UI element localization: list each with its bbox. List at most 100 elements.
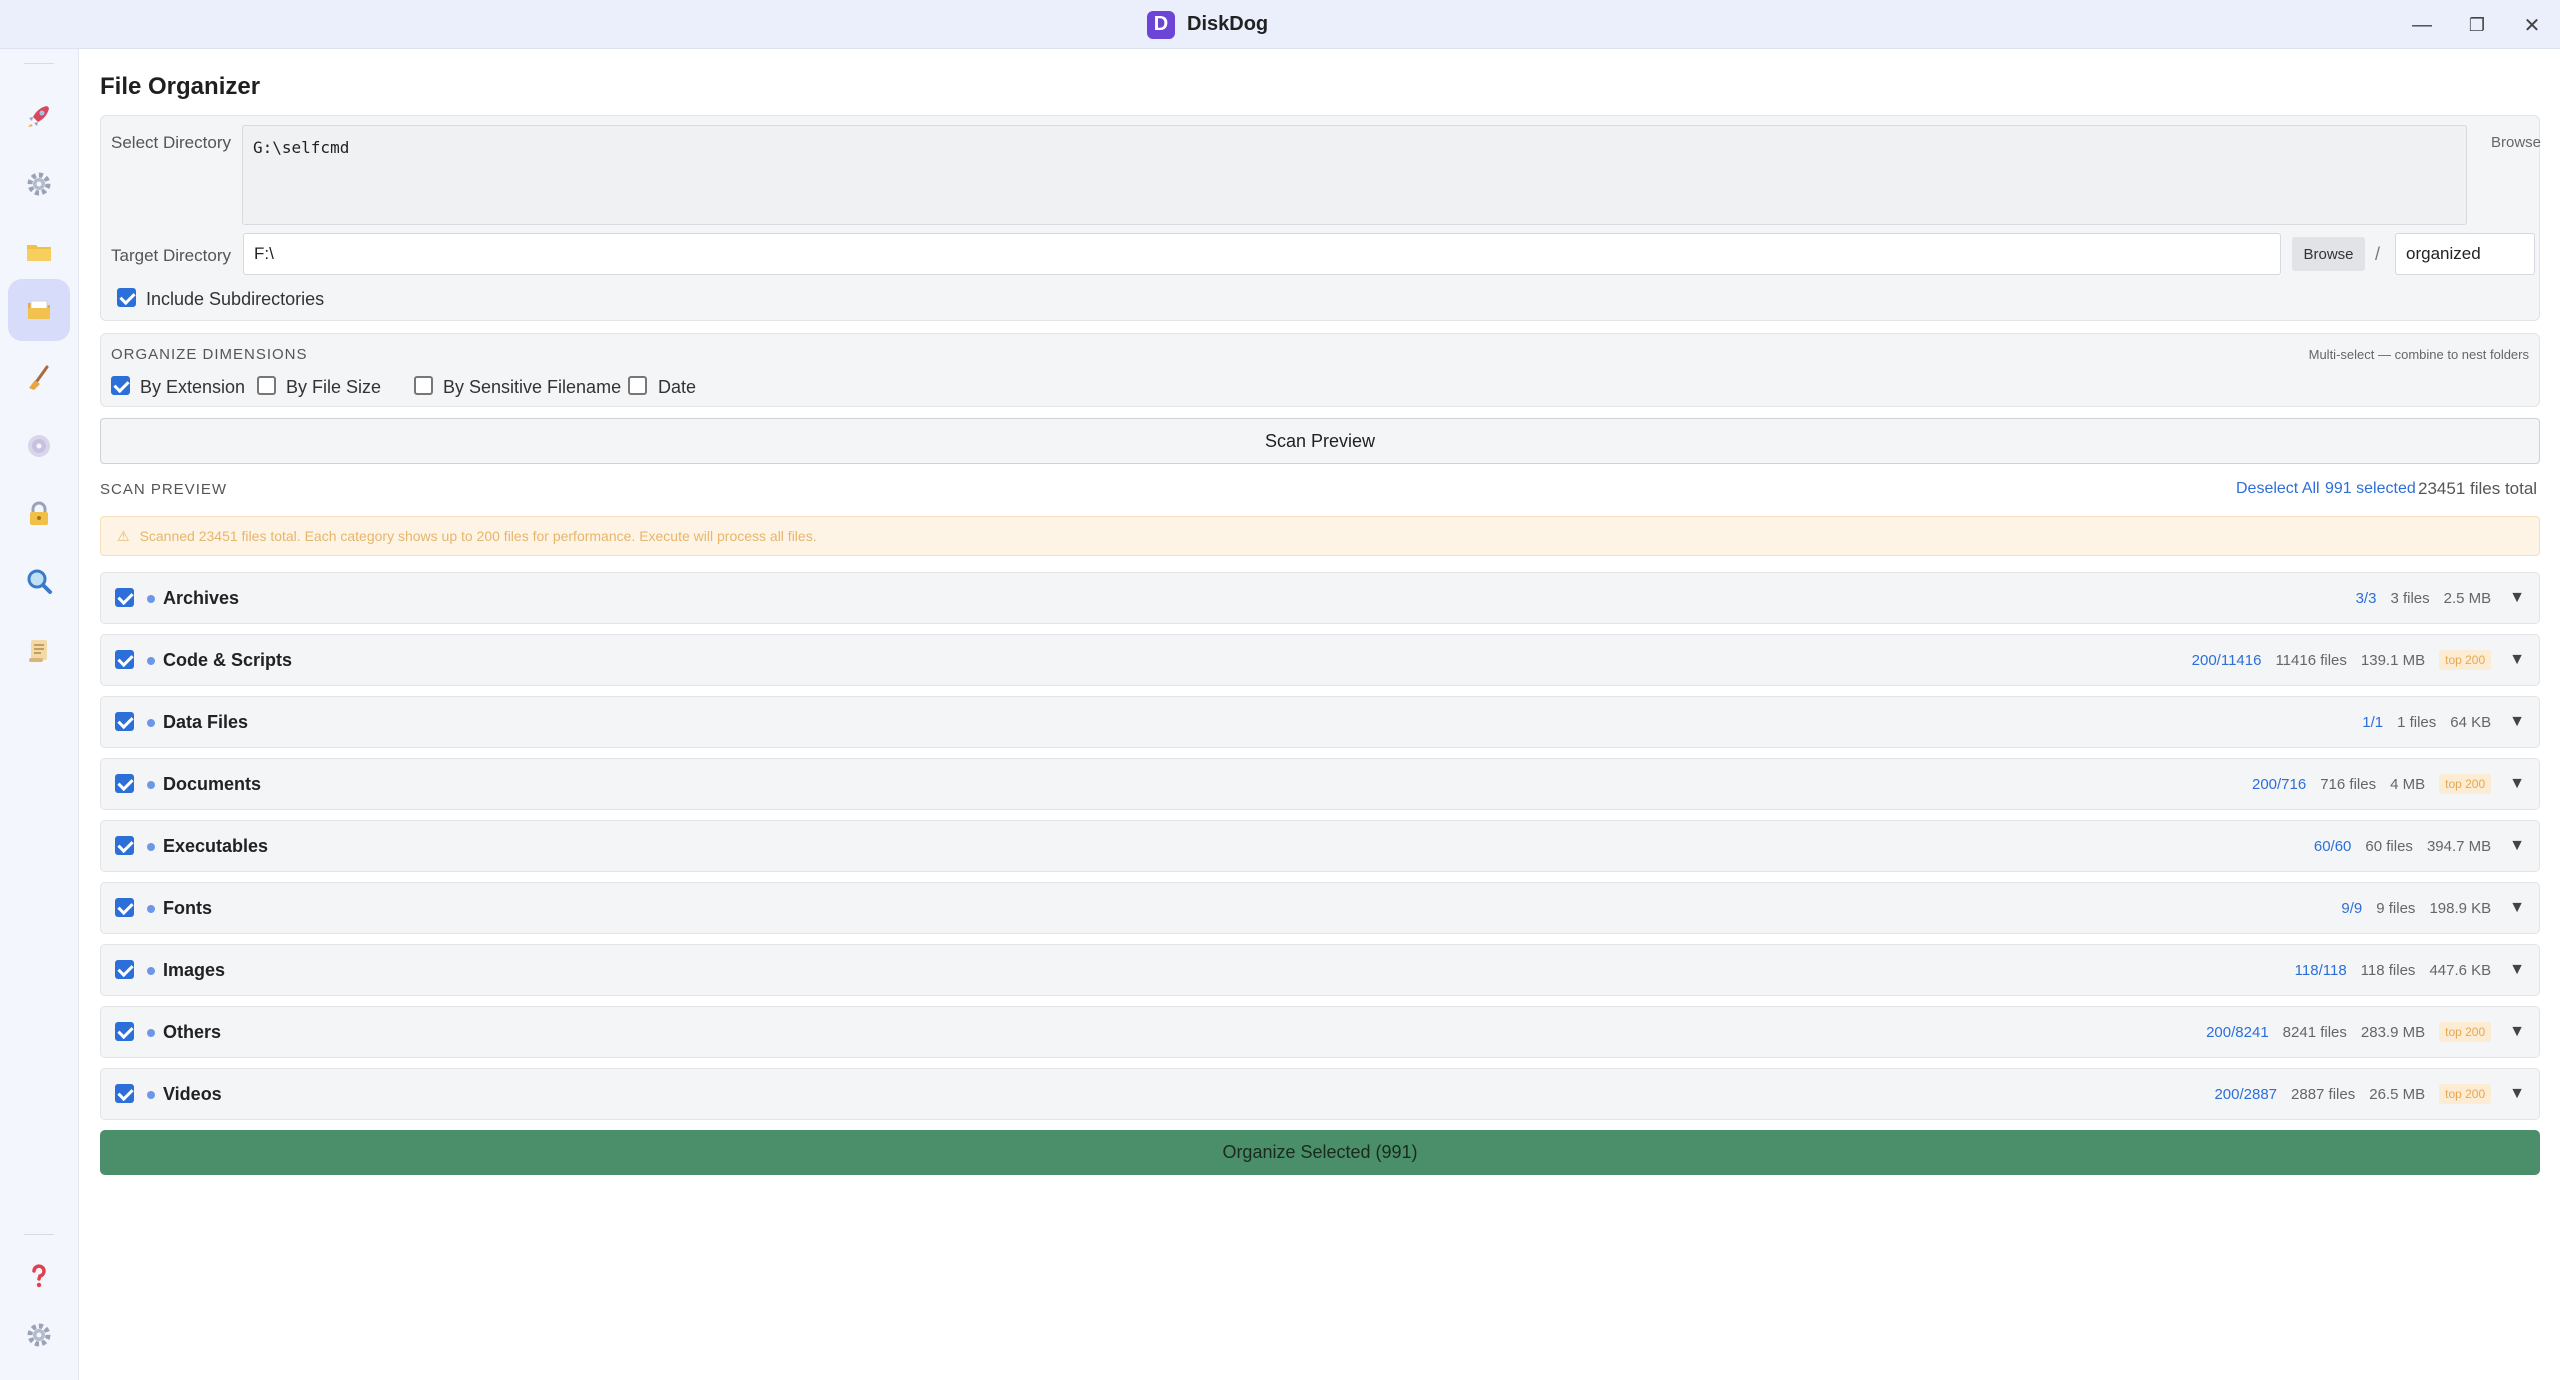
category-name: Fonts bbox=[163, 898, 212, 918]
by-file-size-checkbox[interactable] bbox=[257, 376, 276, 395]
category-stats: 200/2887 2887 files 26.5 MB top 200 ▼ bbox=[2214, 1069, 2525, 1119]
category-file-count: 716 files bbox=[2320, 775, 2377, 793]
category-stats: 200/8241 8241 files 283.9 MB top 200 ▼ bbox=[2206, 1007, 2525, 1057]
category-checkbox[interactable] bbox=[115, 650, 134, 669]
file-organizer-icon bbox=[28, 300, 50, 319]
category-size: 64 KB bbox=[2450, 713, 2492, 731]
minimize-button[interactable]: — bbox=[2402, 10, 2442, 40]
expand-arrow-icon[interactable]: ▼ bbox=[2509, 775, 2525, 793]
category-row-data-files[interactable]: Data Files 1/1 1 files 64 KB ▼ bbox=[100, 696, 2540, 748]
category-row-fonts[interactable]: Fonts 9/9 9 files 198.9 KB ▼ bbox=[100, 882, 2540, 934]
category-file-count: 2887 files bbox=[2291, 1085, 2356, 1103]
close-button[interactable]: ✕ bbox=[2512, 10, 2552, 40]
category-dot bbox=[147, 1029, 155, 1037]
sidebar-item-logs[interactable] bbox=[8, 619, 70, 681]
category-selected-ratio: 200/2887 bbox=[2214, 1085, 2278, 1103]
sidebar-item-folder[interactable] bbox=[8, 221, 70, 283]
lock-icon bbox=[30, 501, 48, 525]
app-title: D DiskDog bbox=[1147, 10, 1268, 39]
category-checkbox[interactable] bbox=[115, 588, 134, 607]
category-checkbox[interactable] bbox=[115, 712, 134, 731]
category-selected-ratio: 200/11416 bbox=[2191, 651, 2262, 669]
sidebar-item-settings[interactable] bbox=[8, 1304, 70, 1366]
total-files-count: 23451 files total bbox=[2418, 479, 2538, 498]
category-stats: 60/60 60 files 394.7 MB ▼ bbox=[2314, 821, 2525, 871]
category-name: Images bbox=[163, 960, 226, 980]
top-200-badge: top 200 bbox=[2439, 650, 2492, 670]
top-200-badge: top 200 bbox=[2439, 1084, 2492, 1104]
expand-arrow-icon[interactable]: ▼ bbox=[2509, 837, 2525, 855]
sidebar-item-rocket[interactable] bbox=[8, 85, 70, 147]
title-bar: D DiskDog — ❐ ✕ bbox=[0, 0, 2560, 49]
scan-preview-button[interactable]: Scan Preview bbox=[100, 418, 2540, 464]
category-dot bbox=[147, 595, 155, 603]
category-row-documents[interactable]: Documents 200/716 716 files 4 MB top 200… bbox=[100, 758, 2540, 810]
category-size: 198.9 KB bbox=[2429, 899, 2492, 917]
category-dot bbox=[147, 657, 155, 665]
category-dot bbox=[147, 719, 155, 727]
category-row-images[interactable]: Images 118/118 118 files 447.6 KB ▼ bbox=[100, 944, 2540, 996]
expand-arrow-icon[interactable]: ▼ bbox=[2509, 961, 2525, 979]
selected-count: 991 selected bbox=[2325, 480, 2416, 497]
include-subdirectories-checkbox[interactable] bbox=[117, 288, 136, 307]
app-logo: D bbox=[1147, 10, 1175, 39]
sidebar-divider bbox=[24, 1234, 54, 1235]
deselect-all-button[interactable]: Deselect All bbox=[2236, 480, 2320, 498]
organize-selected-button[interactable]: Organize Selected (991) bbox=[100, 1130, 2540, 1175]
category-row-others[interactable]: Others 200/8241 8241 files 283.9 MB top … bbox=[100, 1006, 2540, 1058]
category-row-code-scripts[interactable]: Code & Scripts 200/11416 11416 files 139… bbox=[100, 634, 2540, 686]
maximize-button[interactable]: ❐ bbox=[2457, 10, 2497, 40]
directory-card: Select Directory G:\selfcmd Browse Targe… bbox=[100, 115, 2541, 321]
settings-icon bbox=[27, 1323, 51, 1347]
expand-arrow-icon[interactable]: ▼ bbox=[2509, 1085, 2525, 1103]
category-row-archives[interactable]: Archives 3/3 3 files 2.5 MB ▼ bbox=[100, 572, 2540, 624]
category-row-videos[interactable]: Videos 200/2887 2887 files 26.5 MB top 2… bbox=[100, 1068, 2540, 1120]
category-size: 394.7 MB bbox=[2426, 837, 2492, 855]
gear-icon bbox=[27, 172, 51, 196]
target-directory-input[interactable]: F:\ bbox=[243, 233, 2281, 275]
scroll-icon bbox=[29, 640, 47, 662]
category-file-count: 11416 files bbox=[2275, 651, 2347, 669]
sidebar-item-help[interactable] bbox=[8, 1245, 70, 1307]
category-selected-ratio: 60/60 bbox=[2313, 837, 2352, 855]
by-extension-checkbox[interactable] bbox=[111, 376, 130, 395]
category-checkbox[interactable] bbox=[115, 1084, 134, 1103]
organize-dimensions-hint: Multi-select — combine to nest folders bbox=[2308, 347, 2529, 362]
category-dot bbox=[147, 1091, 155, 1099]
sidebar-item-file-organizer[interactable] bbox=[8, 279, 70, 341]
expand-arrow-icon[interactable]: ▼ bbox=[2509, 651, 2525, 669]
category-selected-ratio: 200/8241 bbox=[2206, 1023, 2269, 1041]
expand-arrow-icon[interactable]: ▼ bbox=[2509, 589, 2525, 607]
category-name: Data Files bbox=[163, 712, 249, 732]
sidebar-item-search[interactable] bbox=[8, 551, 70, 613]
broom-icon bbox=[29, 365, 49, 390]
sidebar-item-lock[interactable] bbox=[8, 483, 70, 545]
category-selected-ratio: 9/9 bbox=[2341, 899, 2363, 917]
category-size: 447.6 KB bbox=[2429, 961, 2492, 979]
source-browse-button[interactable]: Browse bbox=[2491, 134, 2541, 151]
top-200-badge: top 200 bbox=[2439, 1022, 2492, 1042]
subfolder-name-input[interactable]: organized bbox=[2395, 233, 2535, 275]
expand-arrow-icon[interactable]: ▼ bbox=[2509, 1023, 2525, 1041]
help-icon bbox=[32, 1264, 46, 1288]
date-checkbox[interactable] bbox=[628, 376, 647, 395]
source-directory-input[interactable]: G:\selfcmd bbox=[242, 125, 2467, 225]
sidebar-item-disc[interactable] bbox=[8, 415, 70, 477]
category-row-executables[interactable]: Executables 60/60 60 files 394.7 MB ▼ bbox=[100, 820, 2540, 872]
by-file-size-label: By File Size bbox=[286, 377, 382, 397]
category-checkbox[interactable] bbox=[115, 960, 134, 979]
category-file-count: 8241 files bbox=[2282, 1023, 2347, 1041]
category-checkbox[interactable] bbox=[115, 898, 134, 917]
category-checkbox[interactable] bbox=[115, 1022, 134, 1041]
category-checkbox[interactable] bbox=[115, 774, 134, 793]
app-name: DiskDog bbox=[1187, 13, 1269, 35]
expand-arrow-icon[interactable]: ▼ bbox=[2509, 713, 2525, 731]
category-selected-ratio: 1/1 bbox=[2362, 713, 2384, 731]
expand-arrow-icon[interactable]: ▼ bbox=[2509, 899, 2525, 917]
category-stats: 1/1 1 files 64 KB ▼ bbox=[2362, 697, 2525, 747]
sidebar-item-cleanup[interactable] bbox=[8, 347, 70, 409]
sidebar-item-gear[interactable] bbox=[8, 153, 70, 215]
category-checkbox[interactable] bbox=[115, 836, 134, 855]
by-sensitive-filename-checkbox[interactable] bbox=[414, 376, 433, 395]
target-browse-button[interactable]: Browse bbox=[2292, 237, 2365, 271]
